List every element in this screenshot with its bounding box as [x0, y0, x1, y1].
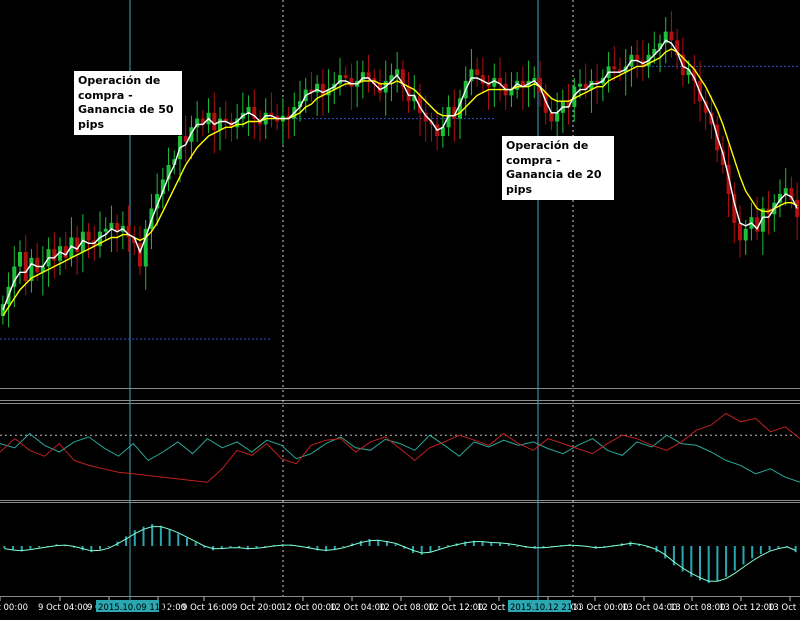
time-label: 12 Oct 00:00 — [281, 603, 336, 613]
time-label: 12 Oct 12:00 — [428, 603, 483, 613]
time-label: 9 Oct 00:00 — [0, 603, 28, 613]
histogram-bar — [446, 545, 449, 547]
candle-body — [366, 72, 371, 78]
histogram-bar — [125, 536, 128, 546]
time-label: 9 Oct 16:00 — [182, 603, 232, 613]
histogram-bar — [664, 546, 667, 559]
histogram-bar — [368, 538, 371, 546]
time-label: 13 Oct 12:00 — [719, 603, 774, 613]
histogram-bar — [177, 533, 180, 546]
candle-body — [743, 228, 748, 241]
candle-body — [109, 223, 114, 229]
time-label: 9 Oct 04:00 — [38, 603, 88, 613]
histogram-bar — [742, 546, 745, 565]
histogram-bar — [777, 546, 780, 548]
histogram-bar — [707, 546, 710, 583]
time-label: 13 Oct 08:00 — [670, 603, 725, 613]
histogram-bar — [429, 546, 432, 553]
candle-body — [52, 249, 57, 261]
histogram-bar — [359, 540, 362, 546]
histogram-bar — [342, 546, 345, 547]
candle-body — [635, 54, 640, 61]
candle-body — [475, 69, 480, 76]
candle-body — [23, 252, 28, 281]
histogram-bar — [107, 546, 110, 547]
histogram-bar — [499, 543, 501, 546]
histogram-bar — [699, 546, 701, 581]
candle-body — [246, 107, 251, 113]
histogram-bar — [3, 546, 6, 549]
histogram-bar — [38, 546, 41, 548]
candle-body — [320, 83, 325, 96]
histogram-bar — [507, 544, 510, 546]
histogram-bar — [438, 546, 441, 549]
candle-body — [555, 112, 560, 122]
histogram-bar — [168, 529, 171, 546]
candle-body — [578, 83, 582, 87]
histogram-bar — [229, 546, 232, 547]
candle-body — [783, 188, 788, 194]
candle-body — [795, 199, 800, 218]
histogram-bar — [12, 546, 15, 550]
time-label: 13 Oct 16:00 — [768, 603, 800, 613]
crosshair-label: 2015.10.09 11:20 — [98, 603, 174, 613]
histogram-bar — [768, 546, 771, 551]
histogram-bar — [690, 546, 693, 577]
annotation-buy-20-pips: Operación de compra - Ganancia de 20 pip… — [502, 136, 614, 200]
candle-body — [343, 75, 348, 78]
candle-body — [315, 83, 320, 93]
candle-body — [18, 252, 22, 267]
histogram-bar — [481, 541, 484, 546]
candle-body — [549, 112, 554, 122]
histogram-bar — [464, 541, 467, 546]
histogram-bar — [394, 544, 397, 546]
histogram-bars — [3, 524, 797, 583]
histogram-bar — [385, 541, 388, 546]
time-label: 12 Oct 04:00 — [330, 603, 385, 613]
annotation-buy-50-pips: Operación de compra - Ganancia de 50 pip… — [74, 71, 182, 135]
histogram-bar — [194, 542, 197, 546]
histogram-bar — [716, 546, 719, 582]
histogram-bar — [159, 525, 162, 546]
time-label: 12 Oct 08:00 — [379, 603, 434, 613]
histogram-bar — [733, 546, 736, 571]
histogram-bar — [725, 546, 728, 577]
candle-body — [509, 89, 514, 96]
oscillator-line-1 — [0, 432, 800, 483]
time-label: 9 Oct 20:00 — [232, 603, 282, 613]
candle-body — [86, 231, 91, 241]
histogram-bar — [794, 546, 797, 553]
histogram-bar — [751, 546, 754, 559]
histogram-bar — [133, 530, 136, 546]
crosshair-label: 2015.10.12 21:00 — [510, 603, 586, 613]
oscillator-line-2 — [0, 412, 800, 483]
histogram-bar — [185, 538, 188, 546]
candle-body — [218, 118, 222, 131]
histogram-bar — [759, 546, 762, 554]
candle-body — [738, 223, 742, 241]
candle-body — [103, 228, 108, 232]
histogram-bar — [29, 546, 32, 549]
histogram-bar — [99, 546, 101, 550]
histogram-bar — [516, 546, 519, 547]
candle-body — [612, 66, 617, 70]
histogram-bar — [412, 546, 415, 554]
candle-body — [212, 112, 217, 131]
candle-body — [669, 31, 674, 41]
histogram-signal-line — [4, 526, 796, 582]
time-axis: 9 Oct 00:009 Oct 04:009 Oct 08:009 Oct 1… — [0, 597, 800, 613]
